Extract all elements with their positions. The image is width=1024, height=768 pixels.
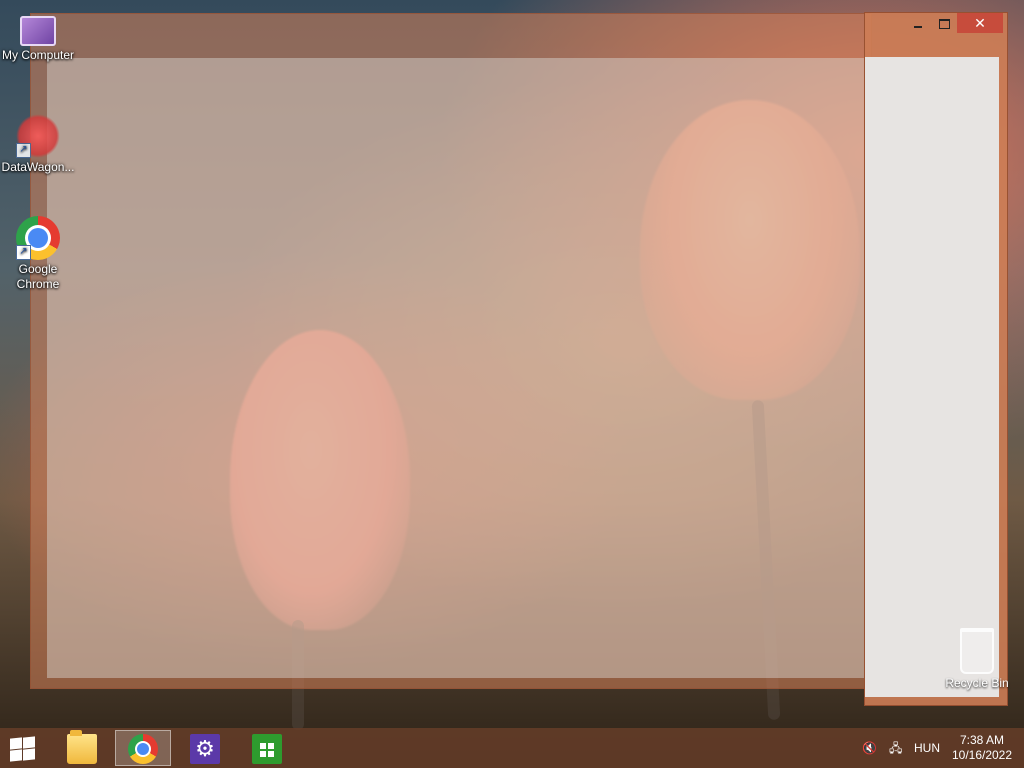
clock-time: 7:38 AM [959, 733, 1005, 747]
desktop-icon-recycle-bin[interactable]: Recycle Bin [940, 628, 1014, 690]
desktop-icon-label: Recycle Bin [945, 676, 1009, 690]
datawagon-icon: ↗ [16, 114, 60, 158]
minimize-icon [914, 25, 922, 28]
network-icon[interactable]: 🖧 [889, 728, 902, 768]
taskbar: ⚙ 🔇 🖧 HUN 7:38 AM 10/16/2022 [0, 728, 1024, 768]
taskbar-app-settings[interactable]: ⚙ [177, 730, 233, 766]
folder-icon [67, 730, 97, 764]
minimize-button[interactable] [905, 13, 931, 33]
maximize-button[interactable] [931, 13, 957, 33]
windows-logo-icon [10, 737, 22, 750]
desktop-icon-google-chrome[interactable]: ↗ Google Chrome [0, 216, 76, 292]
gear-icon: ⚙ [190, 734, 220, 764]
taskbar-app-store[interactable] [239, 730, 295, 766]
desktop-icon-datawagon[interactable]: ↗ DataWagon... [0, 114, 76, 175]
recycle-bin-icon [960, 628, 994, 674]
desktop-icon-my-computer[interactable]: My Computer [0, 10, 76, 63]
shortcut-arrow-icon: ↗ [16, 245, 31, 260]
computer-icon [20, 16, 56, 46]
taskbar-app-chrome[interactable] [115, 730, 171, 766]
taskbar-app-file-explorer[interactable] [54, 730, 110, 766]
shortcut-arrow-icon: ↗ [16, 143, 31, 158]
taskbar-clock[interactable]: 7:38 AM 10/16/2022 [946, 733, 1018, 763]
desktop-icon-label: Google Chrome [16, 262, 60, 291]
clock-date: 10/16/2022 [951, 748, 1013, 762]
chrome-icon [128, 734, 158, 764]
language-indicator[interactable]: HUN [914, 728, 940, 768]
window-client-area[interactable] [865, 57, 999, 697]
store-icon [252, 734, 282, 764]
volume-muted-icon[interactable]: 🔇 [862, 728, 877, 768]
app-window[interactable]: ✕ [864, 12, 1008, 706]
desktop-icon-label: DataWagon... [1, 160, 75, 174]
app-window-transparent[interactable] [30, 13, 872, 689]
chrome-icon: ↗ [16, 216, 60, 260]
window-client-area[interactable] [47, 58, 871, 678]
close-button[interactable]: ✕ [957, 13, 1003, 33]
start-button[interactable] [6, 736, 36, 762]
maximize-icon [938, 18, 950, 29]
desktop-icon-label: My Computer [1, 48, 75, 62]
